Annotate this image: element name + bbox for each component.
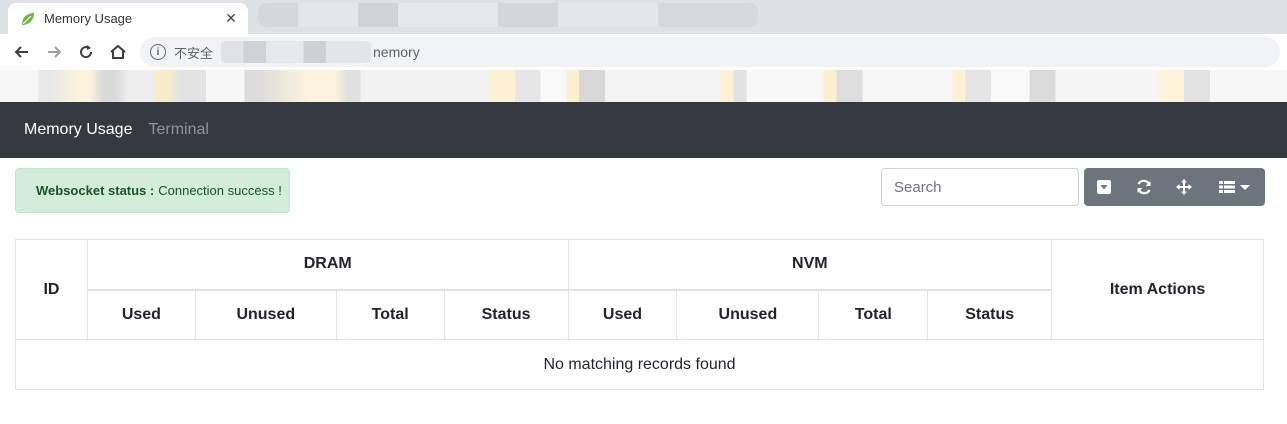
header-dram-used[interactable]: Used: [86, 288, 196, 340]
header-nvm-unused[interactable]: Unused: [676, 288, 820, 340]
nav-link-terminal[interactable]: Terminal: [148, 121, 208, 139]
reload-button[interactable]: [70, 36, 102, 68]
header-dram-unused[interactable]: Unused: [194, 288, 337, 340]
columns-dropdown-button[interactable]: [1204, 168, 1264, 206]
app-navbar: Memory Usage Terminal: [0, 102, 1287, 158]
navbar-brand[interactable]: Memory Usage: [24, 121, 132, 139]
alert-label: Websocket status :: [36, 183, 155, 198]
url-text: nemory: [373, 44, 420, 60]
websocket-status-alert: Websocket status : Connection success !: [15, 168, 290, 213]
address-bar[interactable]: i 不安全 nemory: [140, 37, 1280, 67]
caret-down-icon: [1240, 185, 1250, 190]
home-icon: [110, 44, 126, 59]
header-dram-status[interactable]: Status: [443, 288, 569, 340]
header-id[interactable]: ID: [15, 239, 88, 340]
refresh-button[interactable]: [1124, 168, 1164, 206]
header-group-nvm: NVM: [567, 239, 1053, 290]
tab-title: Memory Usage: [44, 11, 133, 26]
home-button[interactable]: [102, 36, 134, 68]
alert-message: Connection success !: [158, 183, 282, 198]
info-icon[interactable]: i: [150, 44, 166, 60]
header-nvm-status[interactable]: Status: [927, 288, 1053, 340]
move-icon: [1176, 179, 1192, 195]
table-row: No matching records found: [15, 339, 1264, 390]
refresh-icon: [1137, 179, 1151, 195]
move-button[interactable]: [1164, 168, 1204, 206]
browser-tab-bar: Memory Usage ✕: [0, 0, 1287, 34]
memory-table: ID DRAM NVM Item Actions Used Unused Tot…: [15, 239, 1264, 390]
header-item-actions: Item Actions: [1051, 239, 1264, 340]
empty-message: No matching records found: [15, 339, 1264, 390]
forward-button[interactable]: [38, 36, 70, 68]
list-icon: [1219, 181, 1235, 193]
reload-icon: [80, 45, 93, 59]
header-nvm-used[interactable]: Used: [567, 288, 678, 340]
search-input[interactable]: [881, 168, 1079, 206]
close-icon[interactable]: ✕: [222, 10, 240, 28]
arrow-left-icon: [14, 46, 28, 58]
caret-square-down-icon: [1097, 180, 1111, 194]
browser-toolbar: i 不安全 nemory: [0, 34, 1287, 70]
arrow-right-icon: [48, 46, 62, 58]
header-dram-total[interactable]: Total: [335, 288, 445, 340]
back-button[interactable]: [6, 36, 38, 68]
collapse-button[interactable]: [1084, 168, 1124, 206]
browser-tab[interactable]: Memory Usage ✕: [8, 3, 248, 34]
leaf-icon: [20, 11, 36, 27]
table-toolbar: [1084, 168, 1265, 206]
blurred-tab[interactable]: [258, 3, 758, 27]
header-group-dram: DRAM: [86, 239, 569, 290]
bookmarks-bar[interactable]: [0, 70, 1287, 102]
insecure-label: 不安全: [174, 45, 214, 61]
header-nvm-total[interactable]: Total: [818, 288, 929, 340]
url-redacted: [221, 41, 372, 63]
